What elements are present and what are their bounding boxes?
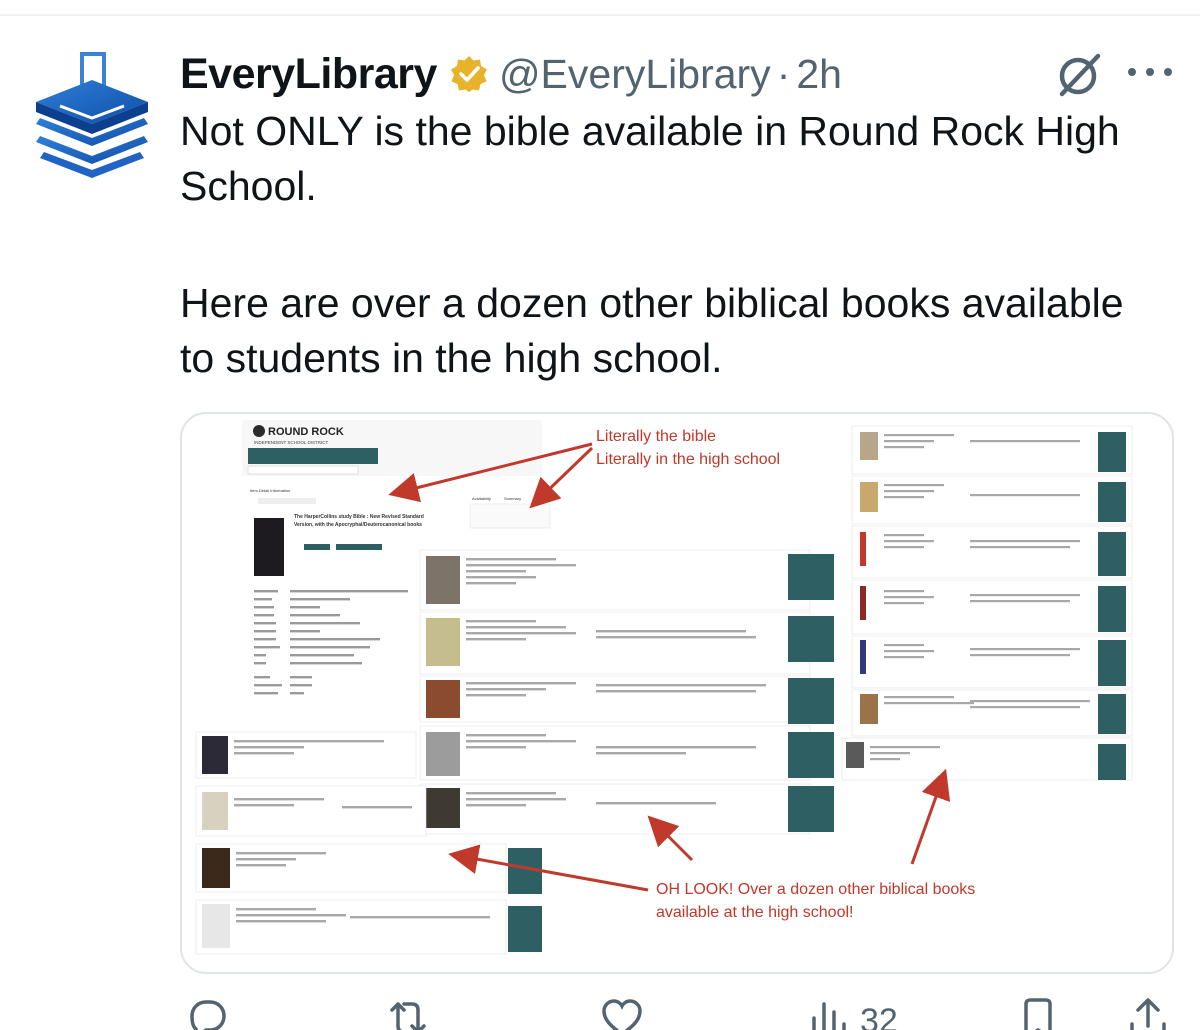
svg-text:Item Detail Information: Item Detail Information xyxy=(250,488,290,493)
views-count: 32 xyxy=(860,1002,898,1030)
bookmark-button[interactable] xyxy=(1016,996,1060,1030)
main-book-title-line-2: Version, with the Apocryphal/Deuterocano… xyxy=(294,522,422,528)
more-options-icon[interactable] xyxy=(1128,60,1172,84)
tweet-text-paragraph-1: Not ONLY is the bible available in Round… xyxy=(180,108,1120,209)
like-button[interactable] xyxy=(600,996,644,1030)
retweet-icon xyxy=(390,1002,426,1030)
user-handle[interactable]: @EveryLibrary xyxy=(499,51,771,98)
tweet-text-paragraph-2: Here are over a dozen other biblical boo… xyxy=(180,280,1124,381)
annotation-bottom-line-1: OH LOOK! Over a dozen other biblical boo… xyxy=(656,881,975,898)
share-icon xyxy=(1130,998,1166,1030)
round-rock-logo-subtitle: INDEPENDENT SCHOOL DISTRICT xyxy=(254,440,329,445)
tweet-header: EveryLibrary @EveryLibrary · 2h xyxy=(180,48,842,100)
availability-tab: Availability xyxy=(472,496,491,501)
reply-icon xyxy=(190,1000,226,1030)
tweet-action-bar: 32 xyxy=(180,996,1174,1030)
annotation-bottom-line-2: available at the high school! xyxy=(656,904,853,921)
action-button-stacks-middle xyxy=(788,554,834,832)
main-book-title-line-1: The HarperCollins study Bible : New Revi… xyxy=(294,514,424,520)
share-button[interactable] xyxy=(1126,996,1170,1030)
tweet-time[interactable]: 2h xyxy=(796,51,842,98)
action-button-stacks-bottom xyxy=(508,848,542,952)
top-divider xyxy=(0,14,1200,16)
annotation-top-line-2: Literally in the high school xyxy=(596,451,780,468)
verified-badge-icon[interactable] xyxy=(449,54,489,94)
display-name[interactable]: EveryLibrary xyxy=(180,50,437,99)
summary-tab: Summary xyxy=(504,496,521,501)
bookmark-icon xyxy=(1024,998,1052,1030)
book-covers-bottom-left xyxy=(202,736,230,948)
grok-icon[interactable] xyxy=(1054,52,1104,98)
tweet-text: Not ONLY is the bible available in Round… xyxy=(180,104,1140,386)
annotation-arrow-5 xyxy=(910,768,951,865)
views-icon xyxy=(812,1002,846,1030)
round-rock-logo-title: ROUND ROCK xyxy=(268,426,344,438)
heart-icon xyxy=(602,999,642,1030)
views-button[interactable]: 32 xyxy=(806,996,898,1030)
annotation-top-line-1: Literally the bible xyxy=(596,428,716,445)
separator-dot: · xyxy=(776,50,791,97)
everylibrary-logo-icon xyxy=(36,52,148,178)
tweet-media-image[interactable]: ROUND ROCK INDEPENDENT SCHOOL DISTRICT I… xyxy=(180,412,1174,974)
retweet-button[interactable] xyxy=(386,996,430,1030)
avatar[interactable] xyxy=(30,52,154,182)
reply-button[interactable] xyxy=(184,996,228,1030)
action-button-stacks-right xyxy=(1098,432,1126,780)
